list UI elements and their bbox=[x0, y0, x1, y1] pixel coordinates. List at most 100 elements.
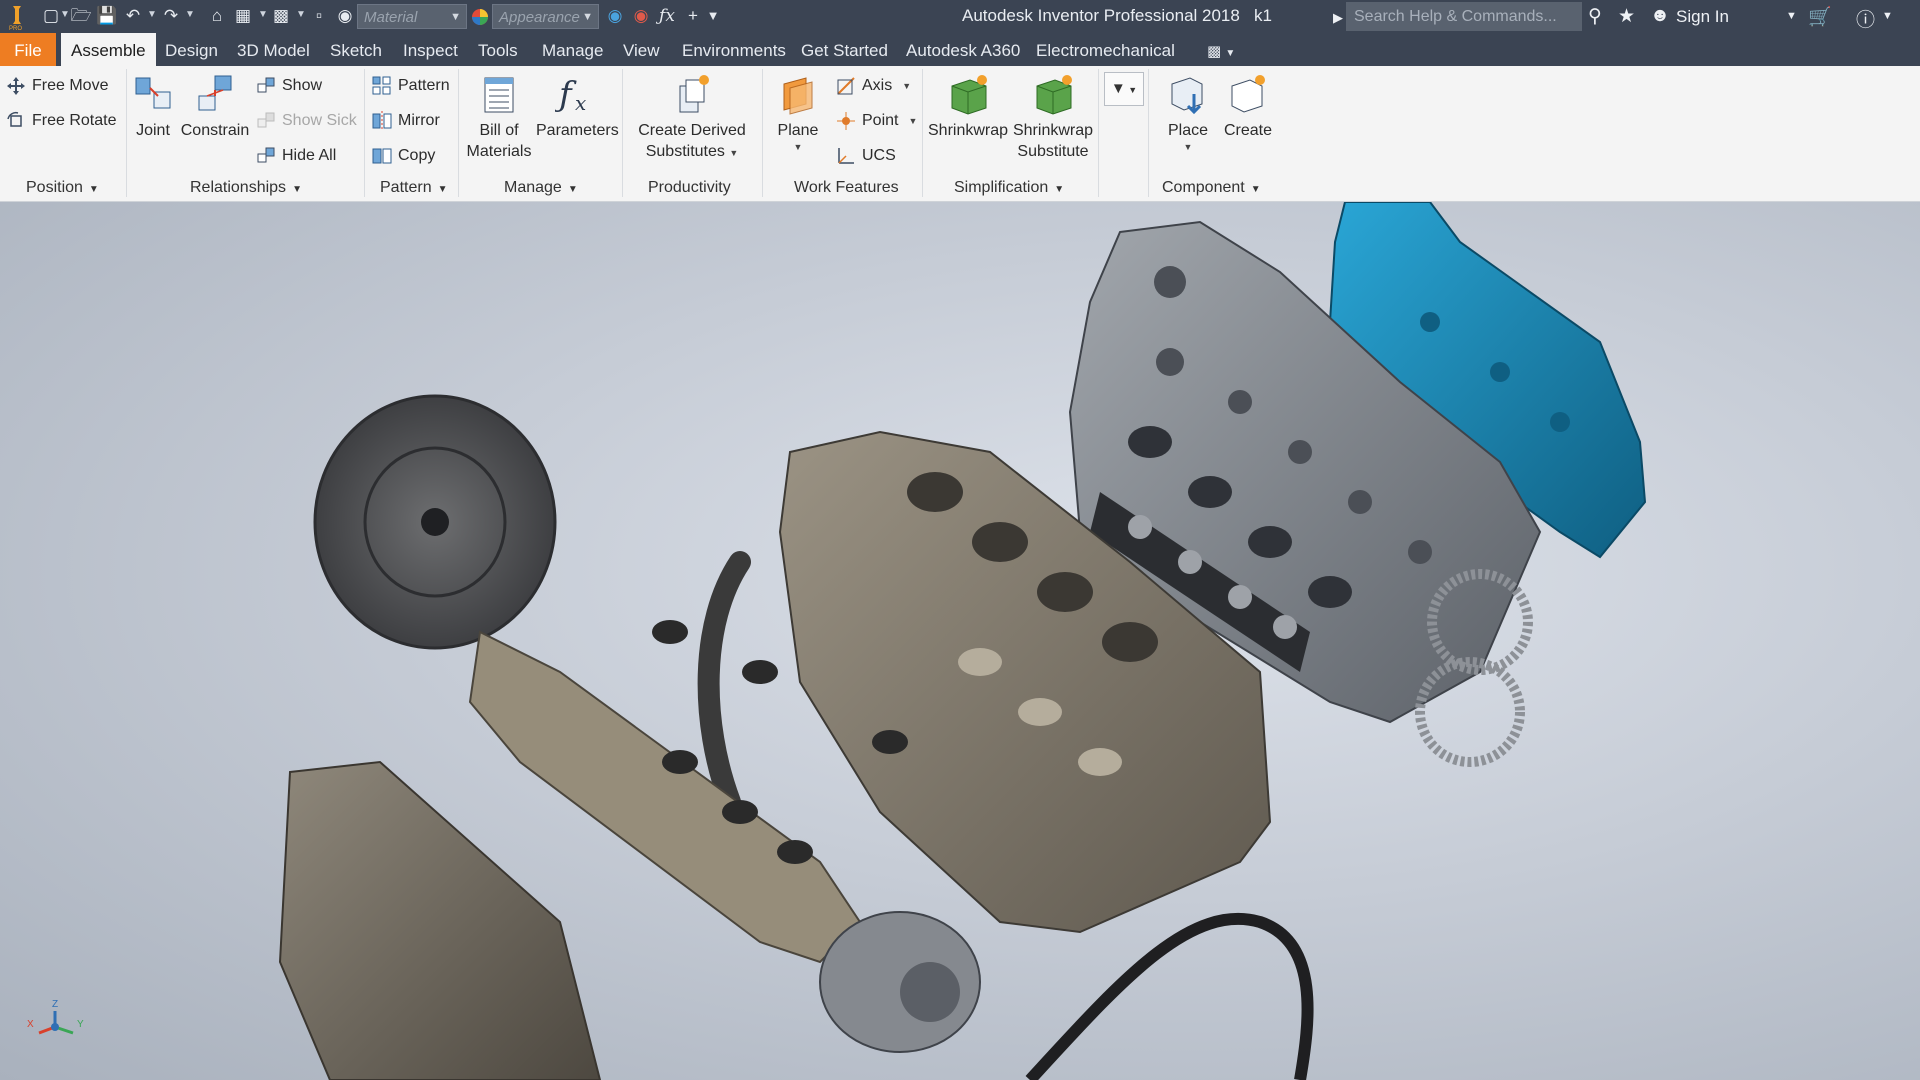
new-dropdown-icon[interactable]: ▼ bbox=[60, 9, 70, 20]
tab-tools[interactable]: Tools bbox=[468, 33, 528, 66]
pattern-button[interactable]: Pattern bbox=[372, 72, 450, 100]
drive-belt-part[interactable] bbox=[1025, 912, 1314, 1080]
divider bbox=[364, 69, 365, 197]
shrinkwrap-button[interactable]: Shrinkwrap bbox=[928, 72, 1008, 141]
chevron-down-icon: ▼ bbox=[1183, 142, 1193, 152]
free-rotate-button[interactable]: Free Rotate bbox=[6, 107, 116, 135]
expand-arrow-icon[interactable]: ▶ bbox=[1333, 10, 1343, 26]
user-icon[interactable]: ☻ bbox=[1650, 5, 1670, 27]
axis-button[interactable]: Axis ▼ bbox=[836, 72, 911, 100]
title-bar: PRO ▢ ▼ 🗁 💾 ↶ ▼ ↷ ▼ ⌂ ▦ ▼ ▩ ▼ ▫ ◉ Materi… bbox=[0, 0, 1920, 33]
adjust-appearance-icon[interactable]: ◉ bbox=[604, 6, 626, 26]
graphics-viewport[interactable]: X Y Z bbox=[0, 202, 1920, 1080]
manage-group-label[interactable]: Manage ▼ bbox=[504, 179, 578, 197]
component-group-label[interactable]: Component ▼ bbox=[1162, 179, 1261, 197]
help-icon[interactable]: ⓘ bbox=[1856, 5, 1875, 32]
redo-icon[interactable]: ↷ bbox=[160, 6, 182, 26]
simplification-group-label[interactable]: Simplification ▼ bbox=[954, 179, 1064, 197]
show-button[interactable]: Show bbox=[256, 72, 322, 100]
project-dropdown-icon[interactable]: ▼ bbox=[296, 9, 306, 20]
redo-dropdown-icon[interactable]: ▼ bbox=[185, 9, 195, 20]
sign-in-dropdown-icon[interactable]: ▼ bbox=[1786, 10, 1797, 22]
point-icon bbox=[836, 111, 856, 131]
appearance-combo[interactable]: Appearance ▼ bbox=[492, 4, 599, 29]
engine-assembly-model[interactable]: X Y Z bbox=[0, 202, 1920, 1080]
tab-autodesk-a360[interactable]: Autodesk A360 bbox=[896, 33, 1030, 66]
copy-button[interactable]: Copy bbox=[372, 142, 435, 170]
show-sick-button[interactable]: Show Sick bbox=[256, 107, 357, 135]
mirror-button[interactable]: Mirror bbox=[372, 107, 440, 135]
open-folder-icon[interactable]: 🗁 bbox=[70, 6, 92, 26]
undo-icon[interactable]: ↶ bbox=[122, 6, 144, 26]
select-dropdown-icon[interactable]: ▼ bbox=[258, 9, 268, 20]
constrain-button[interactable]: Constrain bbox=[180, 72, 250, 141]
help-dropdown-icon[interactable]: ▼ bbox=[1882, 10, 1893, 22]
parameters-label: Parameters bbox=[536, 122, 619, 139]
update-icon[interactable]: ▫ bbox=[308, 6, 330, 26]
alternator-part[interactable] bbox=[819, 911, 981, 1053]
filter-dropdown-button[interactable]: ▼ ▼ bbox=[1104, 72, 1144, 106]
plus-icon[interactable]: + bbox=[682, 6, 704, 26]
tab-design[interactable]: Design bbox=[155, 33, 228, 66]
hide-all-button[interactable]: Hide All bbox=[256, 142, 336, 170]
show-sick-label: Show Sick bbox=[282, 112, 357, 129]
select-icon[interactable]: ▦ bbox=[232, 6, 254, 26]
tab-label: Sketch bbox=[330, 41, 382, 60]
joint-button[interactable]: Joint bbox=[132, 72, 174, 141]
free-move-button[interactable]: Free Move bbox=[6, 72, 108, 100]
tab-get-started[interactable]: Get Started bbox=[791, 33, 898, 66]
ucs-button[interactable]: UCS bbox=[836, 142, 896, 170]
axis-x-label: X bbox=[27, 1019, 34, 1030]
group-title: Simplification bbox=[954, 179, 1049, 196]
chevron-down-icon: ▼ bbox=[567, 184, 578, 195]
ribbon-options-icon[interactable]: ▩ ▼ bbox=[1207, 42, 1235, 60]
sign-in-button[interactable]: Sign In bbox=[1676, 7, 1729, 27]
search-icon[interactable]: ⚲ bbox=[1588, 5, 1602, 28]
parameters-button[interactable]: ƒx Parameters bbox=[536, 72, 619, 141]
favorites-star-icon[interactable]: ★ bbox=[1618, 5, 1635, 28]
tab-sketch[interactable]: Sketch bbox=[320, 33, 392, 66]
sws-label-line1: Shrinkwrap bbox=[1012, 122, 1094, 139]
inventor-logo-icon[interactable]: PRO bbox=[4, 3, 30, 31]
tab-electromechanical[interactable]: Electromechanical bbox=[1026, 33, 1185, 66]
tab-3d-model[interactable]: 3D Model bbox=[227, 33, 320, 66]
new-file-icon[interactable]: ▢ bbox=[40, 6, 62, 26]
tab-environments[interactable]: Environments bbox=[672, 33, 796, 66]
bill-of-materials-button[interactable]: Bill of Materials bbox=[464, 72, 534, 162]
project-icon[interactable]: ▩ bbox=[270, 6, 292, 26]
relationships-group-label[interactable]: Relationships ▼ bbox=[190, 179, 302, 197]
tab-manage[interactable]: Manage bbox=[532, 33, 613, 66]
fx-icon[interactable]: ƒx bbox=[656, 6, 678, 26]
svg-text:PRO: PRO bbox=[9, 26, 22, 31]
svg-text:ƒ: ƒ bbox=[555, 75, 577, 115]
web-globe-icon[interactable]: ◉ bbox=[334, 6, 356, 26]
appearance-color-icon[interactable] bbox=[470, 7, 490, 27]
material-combo[interactable]: Material ▼ bbox=[357, 4, 467, 29]
position-group-label[interactable]: Position ▼ bbox=[26, 179, 99, 197]
tab-inspect[interactable]: Inspect bbox=[393, 33, 468, 66]
shrinkwrap-substitute-button[interactable]: Shrinkwrap Substitute bbox=[1012, 72, 1094, 162]
cart-icon[interactable]: 🛒 bbox=[1808, 5, 1832, 29]
plane-button[interactable]: Plane ▼ bbox=[770, 72, 826, 152]
flywheel-part[interactable] bbox=[313, 394, 557, 650]
home-icon[interactable]: ⌂ bbox=[206, 6, 228, 26]
create-derived-substitutes-button[interactable]: Create Derived Substitutes ▼ bbox=[632, 72, 752, 164]
productivity-group-label: Productivity bbox=[648, 179, 731, 197]
create-button[interactable]: Create bbox=[1220, 72, 1276, 141]
place-button[interactable]: Place ▼ bbox=[1160, 72, 1216, 152]
search-input[interactable]: Search Help & Commands... bbox=[1346, 2, 1582, 31]
customize-qat-icon[interactable]: ▼ bbox=[702, 6, 724, 26]
divider bbox=[1148, 69, 1149, 197]
clear-appearance-icon[interactable]: ◉ bbox=[630, 6, 652, 26]
pattern-group-label[interactable]: Pattern ▼ bbox=[380, 179, 448, 197]
show-sick-icon bbox=[256, 111, 276, 131]
tab-label: View bbox=[623, 41, 660, 60]
tab-view[interactable]: View bbox=[613, 33, 670, 66]
tab-assemble[interactable]: Assemble bbox=[61, 33, 156, 66]
undo-dropdown-icon[interactable]: ▼ bbox=[147, 9, 157, 20]
tab-file[interactable]: File bbox=[0, 33, 56, 66]
save-icon[interactable]: 💾 bbox=[96, 6, 118, 26]
show-label: Show bbox=[282, 77, 323, 94]
oil-pan-part[interactable] bbox=[278, 760, 602, 1080]
point-button[interactable]: Point ▼ bbox=[836, 107, 917, 135]
